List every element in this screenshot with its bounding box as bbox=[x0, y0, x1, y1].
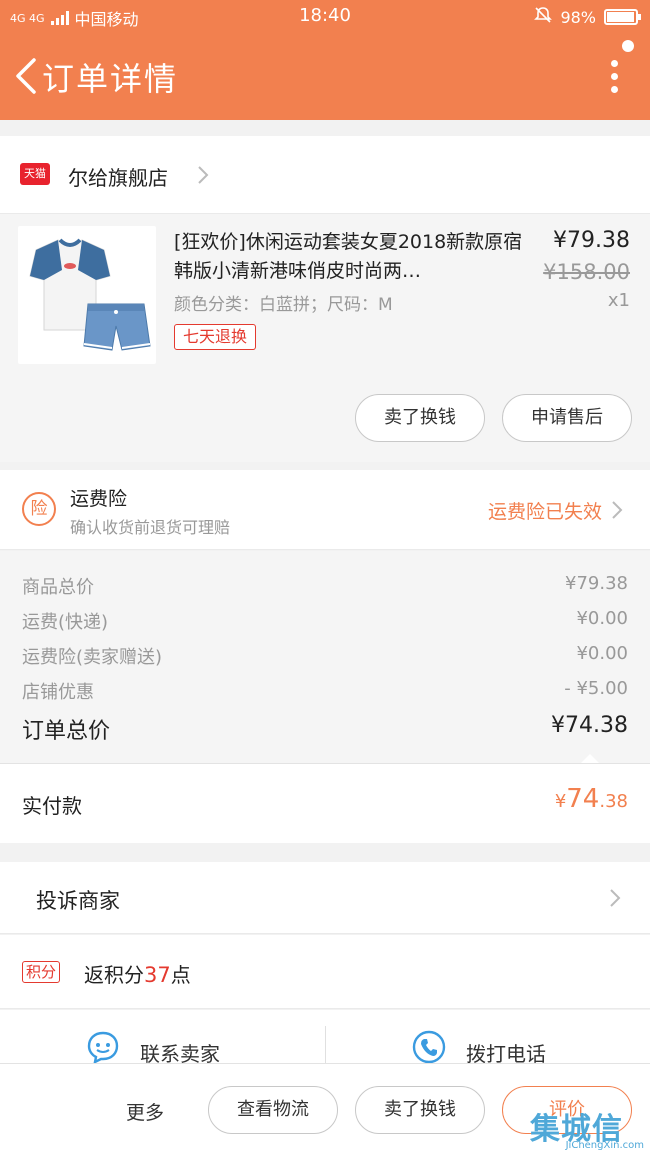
battery-icon bbox=[604, 9, 641, 25]
price-summary: 商品总价 ¥79.38 运费(快递) ¥0.00 运费险(卖家赠送) ¥0.00… bbox=[0, 551, 650, 764]
summary-value: ¥0.00 bbox=[576, 608, 628, 629]
insurance-subtitle: 确认收货前退货可理赔 bbox=[70, 518, 231, 537]
contact-seller-button[interactable]: 联系卖家 bbox=[0, 1010, 325, 1066]
points-suffix: 点 bbox=[170, 963, 191, 987]
resell-button-bottom[interactable]: 卖了换钱 bbox=[355, 1086, 485, 1134]
watermark-url: JiChengXin.com bbox=[565, 1140, 644, 1151]
dot-icon bbox=[610, 86, 618, 93]
phone-icon bbox=[412, 1030, 446, 1064]
actual-paid-value: ¥74.38 bbox=[555, 784, 628, 814]
return-policy-tag: 七天退换 bbox=[174, 324, 257, 350]
product-price: ¥79.38 bbox=[553, 228, 630, 253]
insurance-title: 运费险 bbox=[70, 488, 128, 510]
battery-fill bbox=[607, 12, 634, 22]
notification-dot bbox=[622, 40, 634, 52]
summary-value: - ¥5.00 bbox=[564, 678, 628, 699]
call-phone-button[interactable]: 拨打电话 bbox=[326, 1010, 650, 1066]
currency-symbol: ¥ bbox=[554, 791, 567, 812]
chevron-right-icon bbox=[610, 499, 624, 521]
summary-label: 店铺优惠 bbox=[22, 682, 94, 703]
chevron-right-icon bbox=[196, 164, 210, 186]
points-text: 返积分37点 bbox=[84, 959, 191, 988]
watermark-logo: 集城信 JiChengXin.com bbox=[530, 1104, 646, 1154]
after-sales-button[interactable]: 申请售后 bbox=[502, 394, 632, 442]
original-price: ¥158.00 bbox=[543, 260, 630, 284]
order-total-value: ¥74.38 bbox=[551, 713, 628, 738]
complaint-row[interactable]: 投诉商家 bbox=[0, 862, 650, 934]
summary-label: 商品总价 bbox=[22, 577, 94, 598]
resell-button[interactable]: 卖了换钱 bbox=[355, 394, 485, 442]
points-amount: 37 bbox=[144, 963, 171, 987]
store-row[interactable]: 天猫 尔给旗舰店 bbox=[0, 136, 650, 214]
points-prefix: 返积分 bbox=[84, 963, 144, 987]
more-actions-button[interactable]: 更多 bbox=[126, 1098, 164, 1125]
status-bar: 4G 4G 中国移动 18:40 98% bbox=[0, 0, 650, 32]
paid-integer: 74 bbox=[566, 784, 600, 814]
insurance-status: 运费险已失效 bbox=[487, 501, 602, 523]
chevron-right-icon bbox=[608, 887, 622, 909]
actual-paid-label: 实付款 bbox=[22, 794, 82, 818]
chevron-left-icon bbox=[16, 58, 36, 94]
summary-row: 运费险(卖家赠送) ¥0.00 bbox=[22, 643, 628, 673]
paid-decimal: .38 bbox=[599, 791, 628, 812]
product-title[interactable]: [狂欢价]休闲运动套装女夏2018新款原宿韩版小清新港味俏皮时尚两… bbox=[174, 228, 534, 286]
summary-row: 运费(快递) ¥0.00 bbox=[22, 608, 628, 638]
dot-icon bbox=[610, 60, 618, 67]
contact-row: 联系卖家 拨打电话 bbox=[0, 1010, 650, 1066]
order-total-row: 订单总价 ¥74.38 bbox=[22, 713, 628, 744]
title-bar: 订单详情 bbox=[0, 32, 650, 120]
summary-label: 运费险(卖家赠送) bbox=[22, 647, 163, 668]
points-badge: 积分 bbox=[22, 961, 61, 983]
insurance-icon: 险 bbox=[22, 492, 56, 526]
back-button[interactable] bbox=[8, 54, 44, 98]
bell-muted-icon bbox=[534, 6, 553, 28]
summary-label: 运费(快递) bbox=[22, 612, 109, 633]
battery-percent: 98% bbox=[560, 7, 596, 27]
product-image[interactable] bbox=[18, 226, 156, 364]
shipping-insurance-row[interactable]: 险 运费险 确认收货前退货可理赔 运费险已失效 bbox=[0, 470, 650, 550]
product-spec: 颜色分类：白蓝拼；尺码：M bbox=[174, 295, 393, 315]
product-quantity: x1 bbox=[607, 290, 630, 311]
summary-value: ¥0.00 bbox=[576, 643, 628, 664]
tmall-badge: 天猫 bbox=[20, 163, 50, 185]
complaint-label: 投诉商家 bbox=[36, 889, 120, 913]
chat-icon bbox=[86, 1030, 120, 1065]
summary-row: 店铺优惠 - ¥5.00 bbox=[22, 678, 628, 708]
points-row: 积分 返积分37点 bbox=[0, 935, 650, 1009]
summary-value: ¥79.38 bbox=[565, 573, 628, 594]
store-name: 尔给旗舰店 bbox=[68, 166, 168, 190]
page-title: 订单详情 bbox=[42, 60, 179, 98]
dot-icon bbox=[610, 73, 618, 80]
product-card[interactable]: [狂欢价]休闲运动套装女夏2018新款原宿韩版小清新港味俏皮时尚两… 颜色分类：… bbox=[0, 214, 650, 462]
summary-row: 商品总价 ¥79.38 bbox=[22, 573, 628, 603]
order-total-label: 订单总价 bbox=[22, 719, 111, 744]
view-logistics-button[interactable]: 查看物流 bbox=[208, 1086, 338, 1134]
actual-paid-row: 实付款 ¥74.38 bbox=[0, 763, 650, 843]
more-menu-button[interactable] bbox=[608, 60, 620, 100]
